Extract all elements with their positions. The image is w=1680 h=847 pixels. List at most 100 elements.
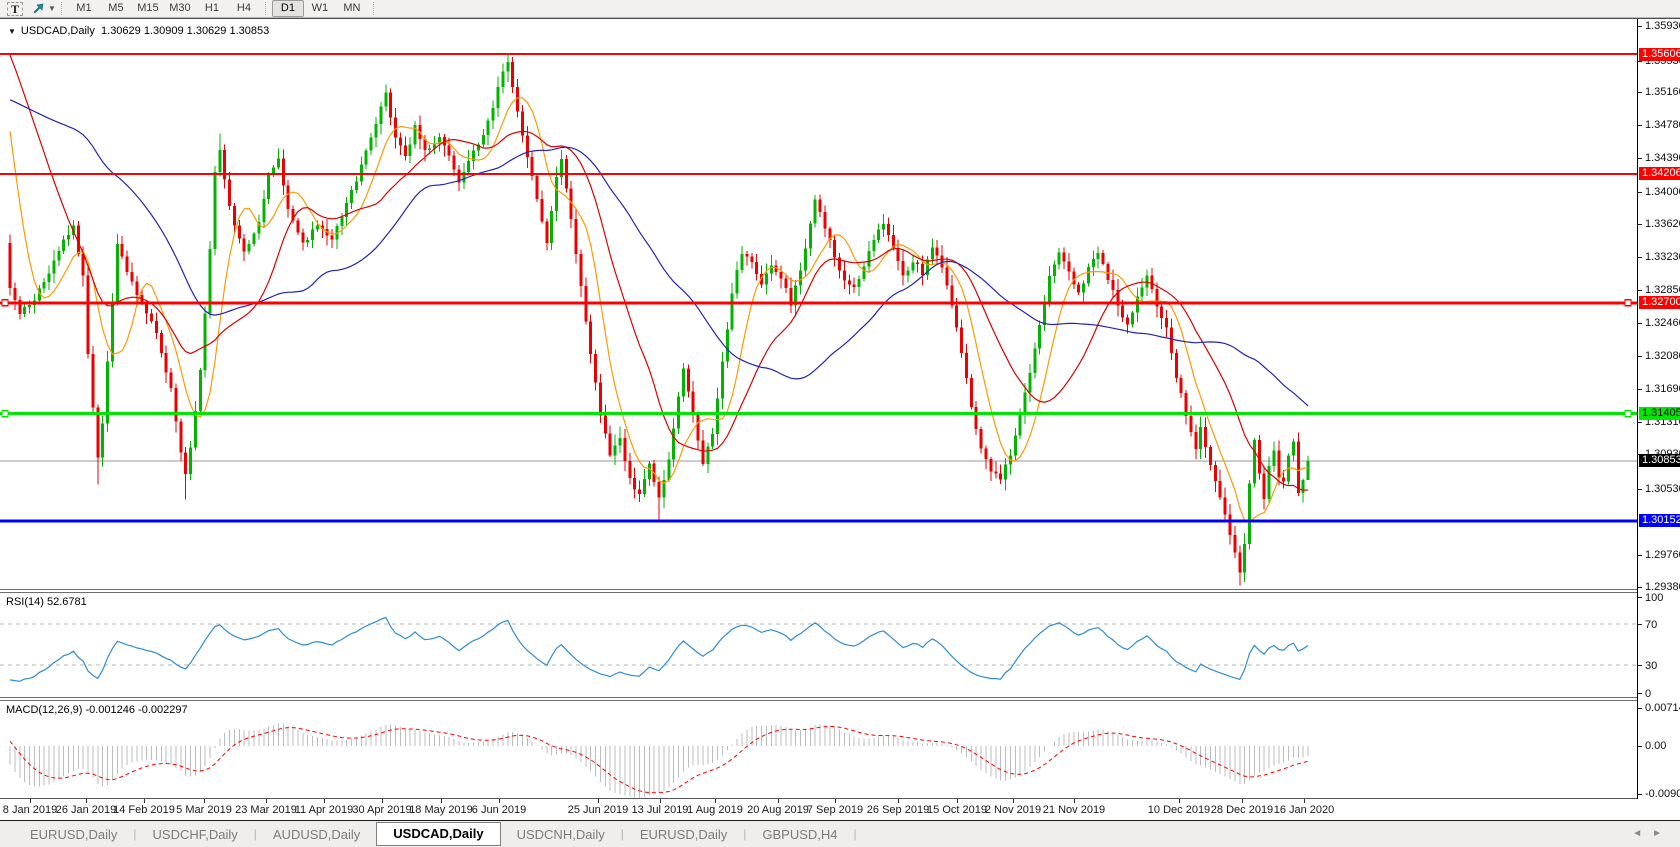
level-price-label: 1.35606 (1639, 48, 1680, 61)
date-tick (715, 799, 716, 803)
macd-tick (1638, 794, 1642, 795)
rsi-tick-label: 30 (1645, 660, 1657, 672)
text-tool-button[interactable]: T (6, 1, 24, 16)
price-tick (1638, 389, 1642, 390)
price-tick (1638, 192, 1642, 193)
date-axis[interactable]: 8 Jan 201926 Jan 201914 Feb 20195 Mar 20… (0, 799, 1637, 821)
rsi-canvas[interactable] (0, 593, 1637, 697)
level-price-label: 1.30152 (1639, 514, 1680, 527)
level-price-label: 1.34206 (1639, 167, 1680, 180)
price-tick-label: 1.32080 (1645, 350, 1680, 362)
rsi-tick (1638, 693, 1642, 694)
timeframe-button-m15[interactable]: M15 (132, 0, 164, 17)
date-tick (598, 799, 599, 803)
timeframe-button-m1[interactable]: M1 (68, 0, 100, 17)
tab-audusd-daily[interactable]: AUDUSD,Daily (257, 824, 376, 845)
price-tick (1638, 290, 1642, 291)
date-tick (441, 799, 442, 803)
date-tick-label[interactable]: 21 Nov 2019 (1037, 804, 1111, 816)
cycle-tool-button[interactable]: ▼ (32, 1, 56, 16)
timeframe-button-h1[interactable]: H1 (196, 0, 228, 17)
date-tick (266, 799, 267, 803)
date-tick (898, 799, 899, 803)
scroll-right-icon[interactable]: ► (1652, 828, 1672, 839)
date-tick (1013, 799, 1014, 803)
toolbar-separator (373, 2, 375, 15)
date-tick (30, 799, 31, 803)
price-tick-label: 1.32850 (1645, 284, 1680, 296)
arrows-icon (32, 2, 46, 15)
price-tick-label: 1.31690 (1645, 383, 1680, 395)
price-tick (1638, 26, 1642, 27)
chart-window[interactable]: ▼USDCAD,Daily 1.30629 1.30909 1.30629 1.… (0, 18, 1680, 820)
date-tick (957, 799, 958, 803)
ma-line-20 (10, 55, 1308, 490)
date-tick (499, 799, 500, 803)
chart-header: ▼USDCAD,Daily 1.30629 1.30909 1.30629 1.… (8, 25, 269, 37)
price-tick-label: 1.35930 (1645, 20, 1680, 32)
price-tick-label: 1.35160 (1645, 86, 1680, 98)
date-tick (1179, 799, 1180, 803)
scroll-left-icon[interactable]: ◄ (1632, 828, 1652, 839)
rsi-tick-label: 100 (1645, 592, 1663, 604)
rsi-tick-label: 70 (1645, 619, 1657, 631)
date-tick (204, 799, 205, 803)
price-axis[interactable]: 1.359301.355301.351601.347801.343901.340… (1637, 19, 1680, 799)
price-tick-label: 1.29760 (1645, 549, 1680, 561)
price-tick-label: 1.34000 (1645, 186, 1680, 198)
rsi-tick (1638, 597, 1642, 598)
price-chart-canvas[interactable] (0, 19, 1637, 589)
price-tick-label: 1.33620 (1645, 218, 1680, 230)
macd-tick-label: -0.009015 (1645, 788, 1680, 800)
rsi-tick-label: 0 (1645, 688, 1651, 700)
price-tick (1638, 323, 1642, 324)
tab-usdcnh-daily[interactable]: USDCNH,Daily (501, 824, 621, 845)
tab-eurusd-daily[interactable]: EURUSD,Daily (14, 824, 133, 845)
chart-symbol-label: USDCAD,Daily (21, 25, 95, 37)
timeframe-button-mn[interactable]: MN (336, 0, 368, 17)
level-price-label: 1.32700 (1639, 296, 1680, 309)
toolbar-separator (61, 2, 63, 15)
text-tool-icon: T (7, 2, 23, 16)
timeframe-button-m30[interactable]: M30 (164, 0, 196, 17)
tab-eurusd-daily[interactable]: EURUSD,Daily (624, 824, 743, 845)
toolbar: T ▼ M1M5M15M30H1H4 D1W1MN (0, 0, 1680, 18)
timeframe-button-w1[interactable]: W1 (304, 0, 336, 17)
price-tick (1638, 125, 1642, 126)
price-tick-label: 1.32460 (1645, 317, 1680, 329)
price-tick (1638, 257, 1642, 258)
price-tick-label: 1.33230 (1645, 251, 1680, 263)
tab-usdcad-daily[interactable]: USDCAD,Daily (376, 822, 500, 846)
price-tick (1638, 555, 1642, 556)
price-tick (1638, 92, 1642, 93)
tab-gbpusd-h4[interactable]: GBPUSD,H4 (746, 824, 853, 845)
price-tick-label: 1.34780 (1645, 119, 1680, 131)
date-tick (382, 799, 383, 803)
price-tick (1638, 489, 1642, 490)
rsi-line (10, 617, 1308, 681)
tab-usdchf-daily[interactable]: USDCHF,Daily (137, 824, 254, 845)
macd-tick-label: 0.00 (1645, 740, 1666, 752)
date-tick-label[interactable]: 16 Jan 2020 (1267, 804, 1341, 816)
tab-scroll-arrows[interactable]: ◄► (1632, 828, 1672, 839)
rsi-tick (1638, 665, 1642, 666)
price-tick (1638, 224, 1642, 225)
date-tick (1304, 799, 1305, 803)
macd-canvas[interactable] (0, 701, 1637, 798)
price-tick-label: 1.34390 (1645, 152, 1680, 164)
price-tick (1638, 61, 1642, 62)
level-price-label: 1.31405 (1639, 407, 1680, 420)
price-tick (1638, 587, 1642, 588)
date-tick (778, 799, 779, 803)
mt4-window: T ▼ M1M5M15M30H1H4 D1W1MN ▼USDCAD,Daily 1… (0, 0, 1680, 847)
rsi-label: RSI(14) 52.6781 (6, 596, 87, 608)
chevron-down-icon: ▼ (48, 4, 56, 13)
date-tick-label[interactable]: 6 Jun 2019 (462, 804, 536, 816)
price-tick-label: 1.30530 (1645, 483, 1680, 495)
timeframe-button-h4[interactable]: H4 (228, 0, 260, 17)
date-tick (1242, 799, 1243, 803)
macd-tick-label: 0.00714 (1645, 702, 1680, 714)
timeframe-button-m5[interactable]: M5 (100, 0, 132, 17)
symbol-tab-bar: EURUSD,Daily|USDCHF,Daily|AUDUSD,DailyUS… (0, 820, 1680, 847)
timeframe-button-d1[interactable]: D1 (272, 0, 304, 17)
